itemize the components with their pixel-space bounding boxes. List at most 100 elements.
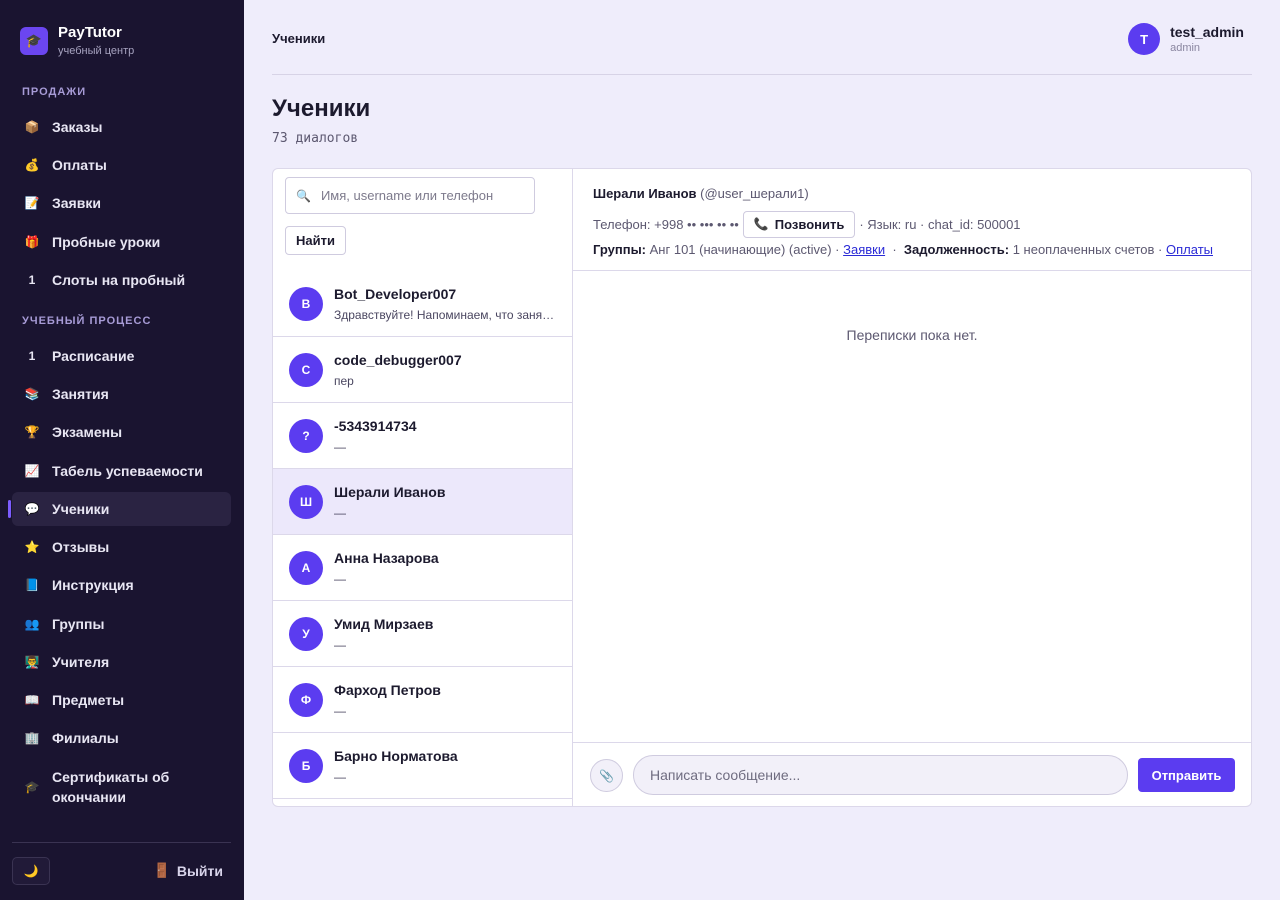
section-label-sales: ПРОДАЖИ	[22, 86, 87, 98]
money-bag-icon: 💰	[24, 158, 40, 172]
sidebar-item-trial-slots[interactable]: 1 Слоты на пробный	[12, 263, 231, 297]
dialog-name: Барно Норматова	[334, 747, 458, 764]
sidebar-item-label: Заявки	[52, 195, 101, 211]
search-box[interactable]: 🔍	[285, 177, 535, 214]
sidebar-item-label: Ученики	[52, 501, 110, 517]
sidebar-item-payments[interactable]: 💰 Оплаты	[12, 148, 231, 182]
dialog-name: Шерали Иванов	[334, 483, 446, 500]
sidebar-item-teachers[interactable]: 👨‍🏫 Учителя	[12, 645, 231, 679]
dialog-list: 🔍 Найти B Bot_Developer007 Здравствуйте! …	[273, 169, 573, 806]
list-item[interactable]: А Анна Назарова —	[273, 535, 572, 601]
sidebar-item-label: Табель успеваемости	[52, 463, 203, 479]
chat-lang-id: · Язык: ru · chat_id: 500001	[859, 216, 1021, 232]
dialog-name: -5343914734	[334, 417, 417, 434]
dialog-name: code_debugger007	[334, 351, 462, 368]
dialogs-panel: 🔍 Найти B Bot_Developer007 Здравствуйте! …	[272, 168, 1252, 807]
sidebar-item-lessons[interactable]: 📚 Занятия	[12, 377, 231, 411]
sidebar-item-label: Предметы	[52, 692, 125, 708]
breadcrumb: Ученики	[272, 31, 326, 46]
sidebar-item-groups[interactable]: 👥 Группы	[12, 607, 231, 641]
dialog-preview: —	[334, 439, 346, 454]
sidebar-item-schedule[interactable]: 1 Расписание	[12, 339, 231, 373]
dialog-name: Bot_Developer007	[334, 285, 457, 302]
message-composer: 📎 Отправить	[573, 742, 1251, 806]
section-label-learning: УЧЕБНЫЙ ПРОЦЕСС	[22, 315, 152, 327]
star-icon: ⭐	[24, 540, 40, 554]
page-title: Ученики	[272, 95, 371, 122]
call-button[interactable]: 📞 Позвонить	[742, 210, 856, 238]
dialog-preview: —	[334, 571, 346, 586]
avatar: B	[289, 286, 323, 321]
sidebar-item-instructions[interactable]: 📘 Инструкция	[12, 568, 231, 602]
dialog-name: Умид Мирзаев	[334, 615, 434, 632]
dialog-preview: —	[334, 703, 346, 718]
memo-icon: 📝	[24, 196, 40, 210]
sidebar-divider	[12, 842, 231, 843]
sidebar-item-requests[interactable]: 📝 Заявки	[12, 186, 231, 220]
sidebar-item-reviews[interactable]: ⭐ Отзывы	[12, 530, 231, 564]
list-item[interactable]: У Умид Мирзаев —	[273, 601, 572, 667]
search-input[interactable]	[320, 188, 521, 203]
sidebar: 🎓 PayTutor учебный центр ПРОДАЖИ 📦 Заказы…	[0, 0, 244, 900]
debt-value: 1 неоплаченных счетов ·	[1012, 242, 1163, 257]
sidebar-item-exams[interactable]: 🏆 Экзамены	[12, 415, 231, 449]
sidebar-item-subjects[interactable]: 📖 Предметы	[12, 683, 231, 717]
payments-link[interactable]: Оплаты	[1166, 242, 1213, 257]
graduation-cap-icon: 🎓	[24, 780, 40, 794]
avatar: T	[1128, 23, 1161, 55]
sidebar-item-label: Заказы	[52, 119, 103, 135]
send-button[interactable]: Отправить	[1138, 758, 1235, 792]
sidebar-item-label: Пробные уроки	[52, 234, 161, 250]
sidebar-item-students[interactable]: 💬 Ученики	[8, 492, 231, 526]
dialog-preview: пер	[334, 373, 354, 388]
logout-label: Выйти	[176, 862, 223, 879]
chat-username: (@user_шерали1)	[700, 186, 809, 201]
people-icon: 👥	[24, 617, 40, 631]
logout-button[interactable]: 🚪 Выйти	[153, 862, 223, 879]
chat-contact-name: Шерали Иванов	[593, 186, 697, 201]
book-icon: 📘	[24, 578, 40, 592]
list-item[interactable]: ? -5343914734 —	[273, 403, 572, 469]
brand-subtitle: учебный центр	[58, 45, 135, 57]
theme-toggle-button[interactable]: 🌙	[12, 857, 50, 885]
list-item-selected[interactable]: Ш Шерали Иванов —	[273, 469, 572, 535]
calendar-icon: 1	[28, 349, 36, 363]
list-item[interactable]: Ф Фарход Петров —	[273, 667, 572, 733]
sidebar-item-trial-lessons[interactable]: 🎁 Пробные уроки	[12, 225, 231, 259]
calendar-icon: 1	[28, 273, 36, 287]
requests-link[interactable]: Заявки	[843, 242, 885, 257]
message-input[interactable]	[633, 755, 1128, 795]
moon-icon: 🌙	[23, 864, 39, 878]
trophy-icon: 🏆	[24, 425, 40, 439]
dialog-count: 73 диалогов	[272, 131, 359, 146]
chat-phone: Телефон: +998 •• ••• •• ••	[593, 216, 739, 232]
list-item[interactable]: Б Барно Норматова —	[273, 733, 572, 799]
avatar: Ш	[289, 484, 323, 519]
search-icon: 🔍	[296, 188, 311, 203]
sidebar-item-label: Занятия	[52, 386, 109, 402]
call-label: Позвонить	[774, 216, 845, 232]
sidebar-item-label: Филиалы	[52, 730, 119, 746]
list-item[interactable]: C code_debugger007 пер	[273, 337, 572, 403]
sidebar-item-label: Группы	[52, 616, 105, 632]
sidebar-item-gradebook[interactable]: 📈 Табель успеваемости	[12, 454, 231, 488]
chat-pane: Шерали Иванов (@user_шерали1) Телефон: +…	[573, 169, 1251, 806]
avatar: У	[289, 616, 323, 651]
find-button[interactable]: Найти	[285, 226, 346, 255]
sidebar-item-branches[interactable]: 🏢 Филиалы	[12, 721, 231, 755]
sidebar-item-label: Слоты на пробный	[52, 272, 186, 288]
paperclip-icon: 📎	[599, 768, 614, 783]
header-divider	[272, 74, 1252, 75]
sidebar-item-label: Оплаты	[52, 157, 107, 173]
attach-button[interactable]: 📎	[590, 759, 623, 792]
sidebar-item-orders[interactable]: 📦 Заказы	[12, 110, 231, 144]
gift-icon: 🎁	[24, 235, 40, 249]
speech-bubble-icon: 💬	[24, 502, 40, 516]
brand[interactable]: 🎓 PayTutor учебный центр	[20, 25, 134, 57]
debt-label: Задолженность:	[903, 242, 1010, 257]
user-menu[interactable]: T test_admin admin	[1128, 23, 1244, 55]
groups-label: Группы:	[593, 242, 647, 257]
chat-header: Шерали Иванов (@user_шерали1) Телефон: +…	[573, 169, 1251, 271]
list-item[interactable]: B Bot_Developer007 Здравствуйте! Напомина…	[273, 271, 572, 337]
sidebar-item-certificates[interactable]: 🎓 Сертификаты об окончании	[12, 765, 231, 809]
